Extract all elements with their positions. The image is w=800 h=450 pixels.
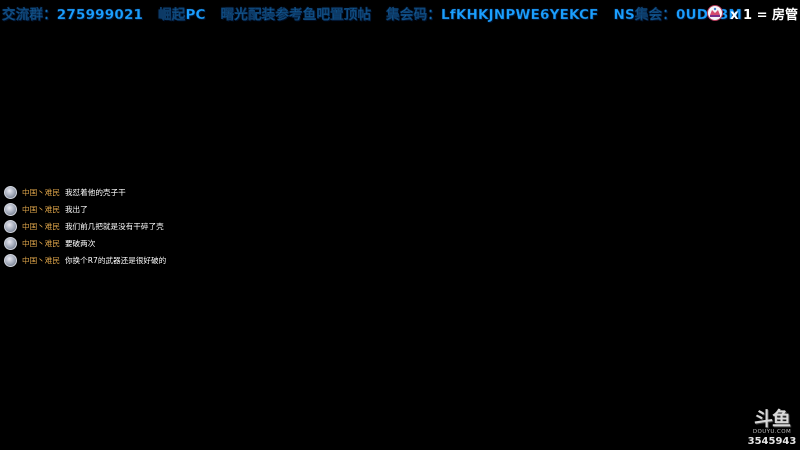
user-avatar [4,203,17,216]
banner-session-code: 集会码：LfKHKJNPWE6YEKCF [386,7,599,23]
banner-pc: 崛起PC [158,7,206,23]
room-id: 3545943 [747,436,797,447]
stream-frame: 交流群：275999021 崛起PC 曙光配装参考鱼吧置顶帖 集会码：LfKHK… [0,0,800,450]
chat-username: 中国丶难民 [22,222,60,231]
chat-username: 中国丶难民 [22,205,60,214]
douyu-logo: 斗鱼 [753,408,791,430]
chat-username: 中国丶难民 [22,239,60,248]
room-admin-text: x 1 = 房管 [730,7,798,23]
user-avatar [4,254,17,267]
banner-config: 曙光配装参考鱼吧置顶帖 [220,7,372,23]
room-admin-legend: x 1 = 房管 [706,2,798,24]
chat-text: 我怼着他的壳子干 [64,188,126,197]
douyu-watermark: 斗鱼 DOUYU.COM 3545943 [746,409,798,448]
chat-text: 你换个R7的武器还是很好破的 [64,256,167,265]
chat-message: 中国丶难民 我怼着他的壳子干 [4,186,179,199]
chat-message: 中国丶难民 我们前几把就是没有干碎了壳 [4,220,179,233]
chat-message: 中国丶难民 要破两次 [4,237,179,250]
chat-username: 中国丶难民 [22,256,60,265]
chat-message: 中国丶难民 我出了 [4,203,179,216]
stream-info-banner: 交流群：275999021 崛起PC 曙光配装参考鱼吧置顶帖 集会码：LfKHK… [2,3,752,23]
user-avatar [4,237,17,250]
danmaku-chat-list: 中国丶难民 我怼着他的壳子干 中国丶难民 我出了 中国丶难民 我们前几把就是没有干碎了… [4,186,179,271]
user-avatar [4,186,17,199]
chat-text: 我出了 [64,205,88,214]
douyu-domain: DOUYU.COM [752,429,792,435]
chat-text: 要破两次 [64,239,96,248]
chat-username: 中国丶难民 [22,188,60,197]
admin-badge-icon [707,5,724,21]
chat-text: 我们前几把就是没有干碎了壳 [64,222,164,231]
user-avatar [4,220,17,233]
chat-message: 中国丶难民 你换个R7的武器还是很好破的 [4,254,179,267]
banner-group-number: 交流群：275999021 [2,7,144,23]
